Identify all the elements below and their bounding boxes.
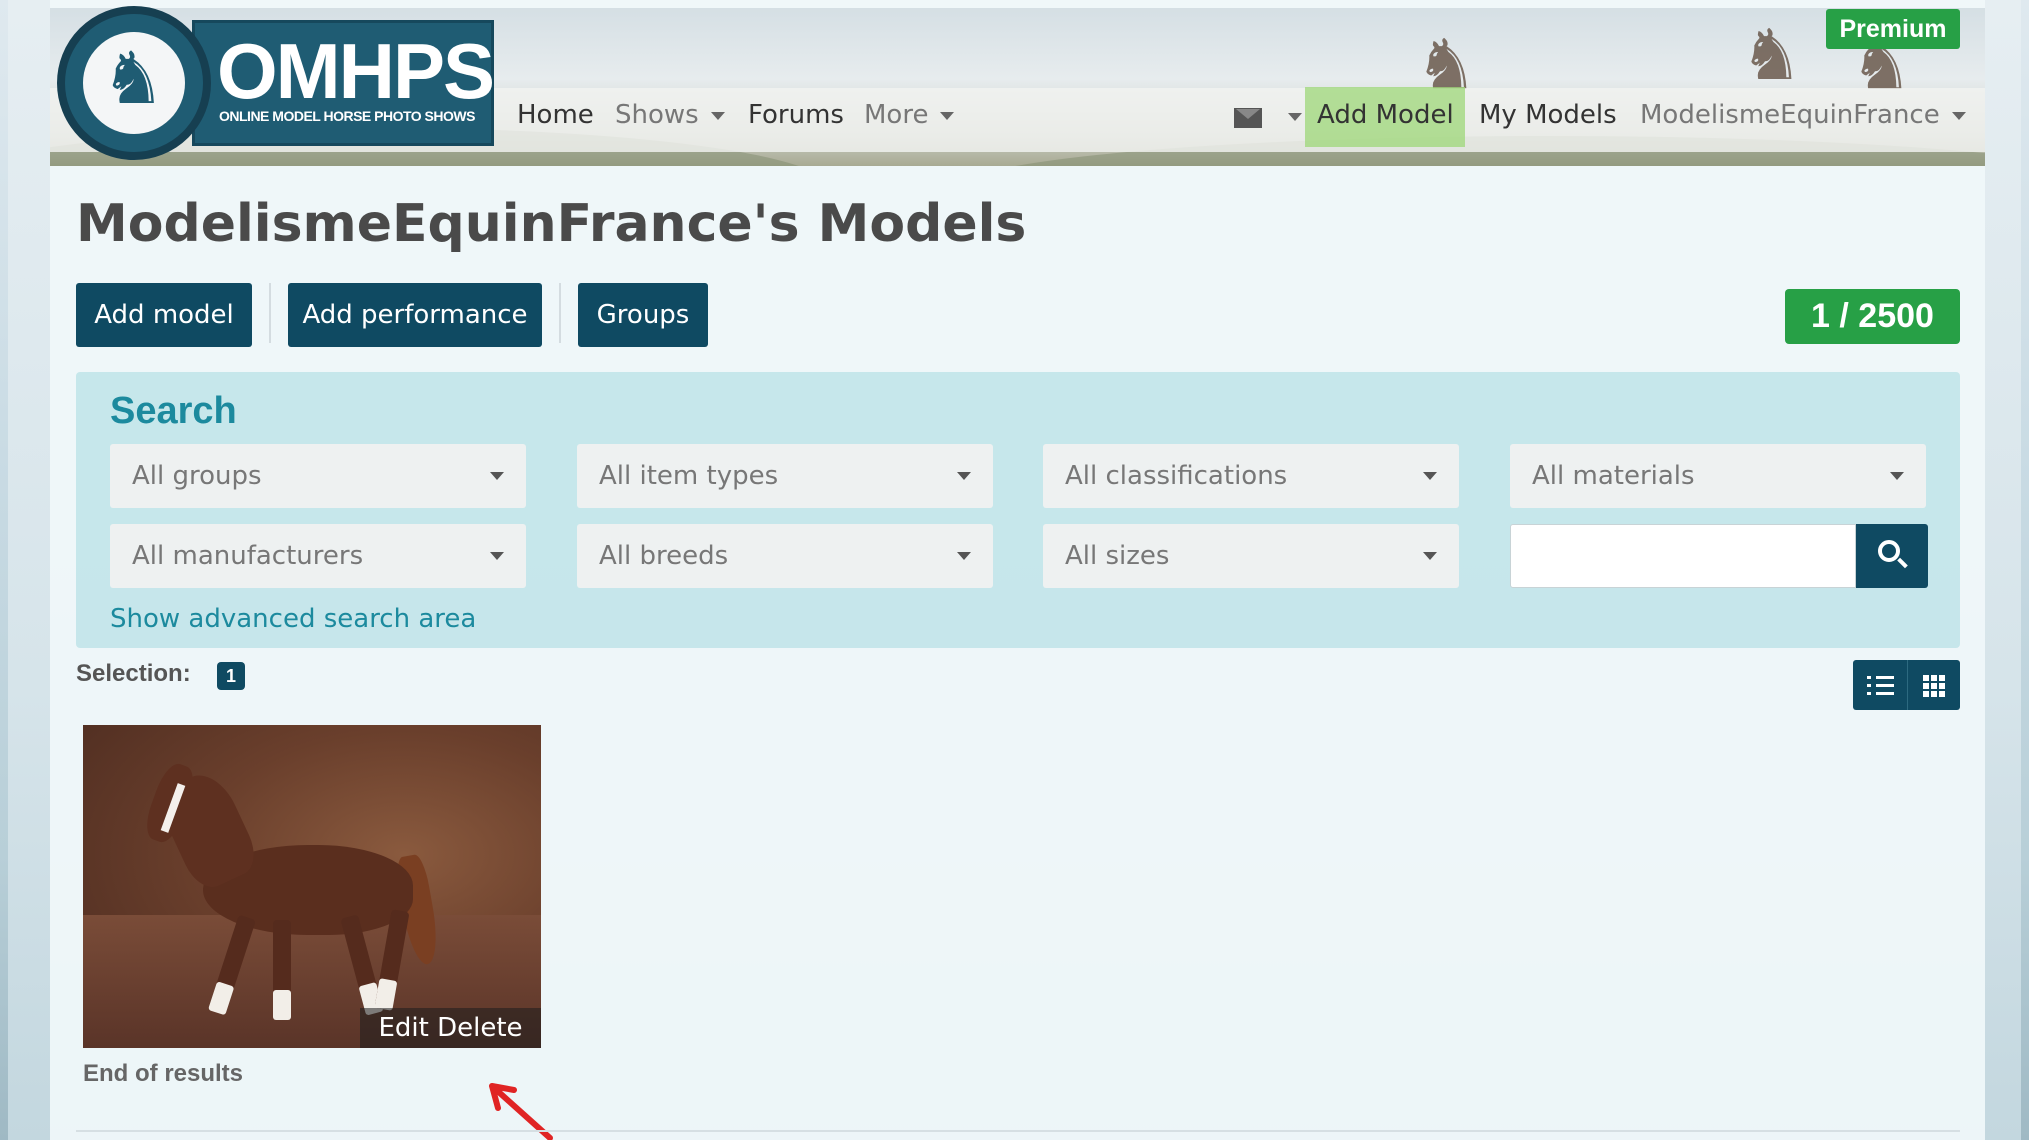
premium-badge: Premium (1826, 9, 1960, 49)
nav-shows-dropdown[interactable]: Shows (615, 100, 725, 130)
chevron-down-icon (957, 552, 971, 560)
chevron-down-icon (940, 111, 955, 120)
grid-icon-cell (1939, 691, 1945, 697)
search-panel: Search All groups All item types All cla… (76, 372, 1960, 648)
grid-icon-cell (1931, 691, 1937, 697)
nav-more-label: More (864, 100, 929, 130)
search-button[interactable] (1856, 524, 1928, 588)
chevron-down-icon[interactable] (1288, 113, 1302, 121)
horse-logo-icon: ♞ (101, 39, 166, 119)
list-icon-line (1876, 684, 1894, 687)
page-title: ModelismeEquinFrance's Models (76, 194, 1027, 254)
logo-subtitle: ONLINE MODEL HORSE PHOTO SHOWS (219, 108, 475, 124)
envelope-icon[interactable] (1234, 108, 1262, 128)
nav-forums[interactable]: Forums (748, 100, 844, 130)
button-separator (269, 283, 271, 343)
grid-icon-cell (1923, 683, 1929, 689)
horse-sock (273, 990, 291, 1020)
horse-leg (273, 920, 291, 1020)
item-types-select[interactable]: All item types (577, 444, 993, 508)
list-icon-line (1876, 676, 1894, 679)
search-input[interactable] (1510, 524, 1856, 588)
materials-select-value: All materials (1532, 461, 1695, 491)
item-types-select-value: All item types (599, 461, 779, 491)
nav-user-label: ModelismeEquinFrance (1640, 100, 1940, 130)
nav-home[interactable]: Home (517, 100, 594, 130)
classifications-select-value: All classifications (1065, 461, 1288, 491)
list-icon-dot (1867, 692, 1871, 695)
nav-user-dropdown[interactable]: ModelismeEquinFrance (1640, 100, 1966, 130)
search-icon (1878, 540, 1900, 562)
materials-select[interactable]: All materials (1510, 444, 1926, 508)
site-logo[interactable]: ♞ OMHPS ONLINE MODEL HORSE PHOTO SHOWS (57, 4, 495, 160)
search-icon-handle (1897, 557, 1908, 569)
header-horse-image: ♞ (1740, 16, 1803, 94)
model-count-badge: 1 / 2500 (1785, 289, 1960, 344)
grid-icon-cell (1931, 683, 1937, 689)
grid-icon-cell (1931, 675, 1937, 681)
grid-icon-cell (1939, 683, 1945, 689)
chevron-down-icon (1890, 472, 1904, 480)
section-divider (76, 1130, 1960, 1132)
grid-view-button[interactable] (1907, 660, 1960, 710)
chevron-down-icon (957, 472, 971, 480)
grid-icon-cell (1923, 691, 1929, 697)
view-toggle (1853, 660, 1960, 710)
button-separator (559, 283, 561, 343)
nav-add-model[interactable]: Add Model (1317, 100, 1454, 130)
list-icon-line (1876, 692, 1894, 695)
list-view-button[interactable] (1853, 660, 1906, 710)
groups-button[interactable]: Groups (578, 283, 708, 347)
chevron-down-icon (490, 472, 504, 480)
manufacturers-select-value: All manufacturers (132, 541, 364, 571)
model-card-photo[interactable] (83, 725, 541, 1048)
sizes-select[interactable]: All sizes (1043, 524, 1459, 588)
nav-shows-label: Shows (615, 100, 699, 130)
grid-icon-cell (1939, 675, 1945, 681)
breeds-select-value: All breeds (599, 541, 729, 571)
nav-my-models[interactable]: My Models (1479, 100, 1617, 130)
edit-delete-actions[interactable]: Edit Delete (360, 1008, 541, 1048)
logo-emblem: ♞ (57, 6, 211, 160)
logo-emblem-inner: ♞ (83, 32, 185, 134)
search-title: Search (110, 390, 237, 432)
selection-count-badge: 1 (217, 662, 245, 690)
end-of-results: End of results (83, 1060, 244, 1087)
grid-icon (1923, 675, 1929, 681)
add-model-button[interactable]: Add model (76, 283, 252, 347)
list-icon (1867, 676, 1871, 679)
manufacturers-select[interactable]: All manufacturers (110, 524, 526, 588)
chevron-down-icon (1423, 472, 1437, 480)
sizes-select-value: All sizes (1065, 541, 1170, 571)
add-performance-button[interactable]: Add performance (288, 283, 542, 347)
breeds-select[interactable]: All breeds (577, 524, 993, 588)
chevron-down-icon (1951, 111, 1966, 120)
list-icon-dot (1867, 684, 1871, 687)
chevron-down-icon (710, 111, 725, 120)
groups-select[interactable]: All groups (110, 444, 526, 508)
chevron-down-icon (490, 552, 504, 560)
groups-select-value: All groups (132, 461, 262, 491)
logo-title: OMHPS (217, 27, 495, 115)
selection-label: Selection: (76, 660, 191, 687)
chevron-down-icon (1423, 552, 1437, 560)
nav-more-dropdown[interactable]: More (864, 100, 955, 130)
advanced-search-link[interactable]: Show advanced search area (110, 604, 476, 634)
classifications-select[interactable]: All classifications (1043, 444, 1459, 508)
